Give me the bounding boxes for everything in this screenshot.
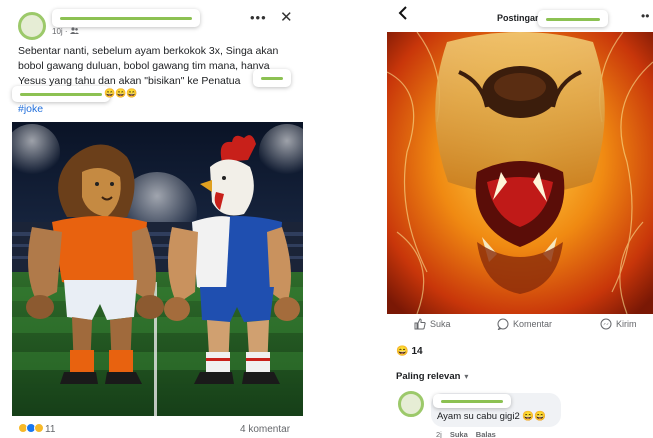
post-time: 10j · [52, 27, 68, 36]
commenter-name-redacted [433, 394, 511, 408]
reaction-summary[interactable]: 😄 14 [396, 346, 423, 357]
left-post-panel: 10j · ••• ✕ Sebentar nanti, sebelum ayam… [0, 0, 310, 438]
reaction-emojis-icon [18, 423, 44, 436]
laughing-emoji-icon: 😄 [396, 346, 409, 357]
like-button[interactable]: Suka [414, 318, 451, 330]
more-options-icon[interactable]: ••• [250, 10, 267, 25]
reaction-count: 11 [45, 424, 56, 435]
send-label: Kirim [616, 319, 637, 329]
author-name-redacted [52, 9, 200, 27]
comment-sort-dropdown[interactable]: Paling relevan ▾ [396, 371, 468, 382]
thumbs-up-icon [414, 318, 426, 330]
page-title: Postingan [497, 13, 541, 23]
post-meta: 10j · [52, 27, 79, 36]
sort-label: Paling relevan [396, 371, 461, 382]
messenger-icon [600, 318, 612, 330]
comment-like-link[interactable]: Suka [450, 430, 468, 438]
comment-count-link[interactable]: 4 komentar [240, 424, 290, 435]
comment-time: 2j [436, 430, 442, 438]
post-actions-bar: Suka Komentar Kirim [386, 318, 653, 334]
chevron-down-icon: ▾ [464, 372, 469, 381]
post-image[interactable] [12, 122, 303, 416]
post-emojis: 😄😄😄 [104, 88, 138, 98]
comment-label: Komentar [513, 319, 553, 329]
more-options-icon[interactable]: •• [641, 9, 649, 23]
text-redaction [253, 69, 291, 87]
comment-meta: 2j Suka Balas [436, 430, 496, 438]
back-arrow-icon[interactable] [398, 6, 408, 25]
right-post-panel: Postingan •• Suka Komentar Kirim 😄 14 Pa… [386, 0, 653, 438]
send-button[interactable]: Kirim [600, 318, 637, 330]
comment-text: Ayam su cabu gigi2 😄😄 [437, 411, 547, 422]
author-avatar[interactable] [18, 12, 46, 40]
comment-button[interactable]: Komentar [497, 318, 552, 330]
text-redaction [12, 86, 110, 102]
comment-reply-link[interactable]: Balas [476, 430, 496, 438]
lion-face-image[interactable] [387, 32, 653, 314]
reaction-summary[interactable]: 11 [18, 423, 55, 436]
reaction-count: 14 [411, 346, 423, 357]
commenter-avatar[interactable] [398, 391, 424, 417]
close-icon[interactable]: ✕ [280, 8, 293, 26]
friends-icon [69, 27, 79, 36]
comment-bubble-icon [497, 318, 509, 330]
title-redaction [538, 10, 608, 27]
hashtag-link[interactable]: #joke [18, 103, 43, 115]
like-label: Suka [430, 319, 451, 329]
